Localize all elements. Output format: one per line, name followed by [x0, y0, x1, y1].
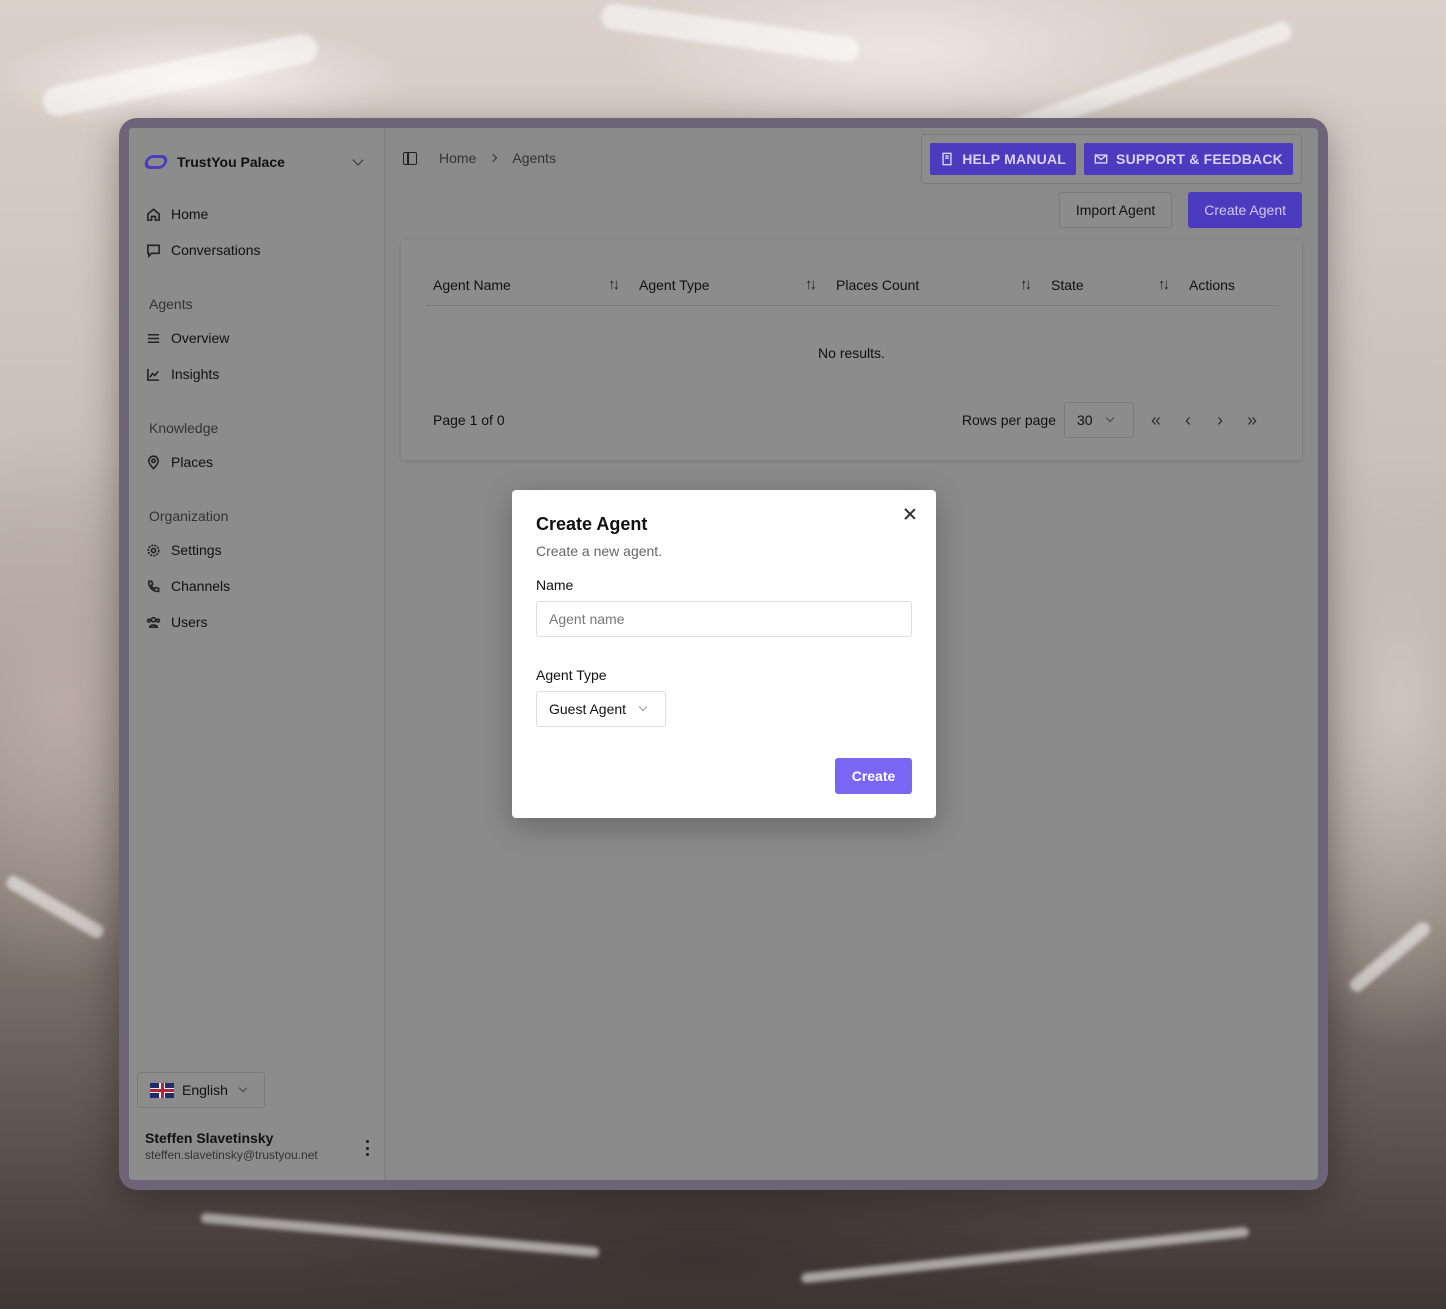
trustyou-logo-icon: [143, 155, 169, 169]
column-state[interactable]: State ↑↓: [1043, 276, 1181, 293]
column-places-count[interactable]: Places Count ↑↓: [828, 276, 1043, 293]
help-links: HELP MANUAL SUPPORT & FEEDBACK: [921, 134, 1302, 184]
sort-icon[interactable]: ↑↓: [1158, 276, 1170, 293]
chevron-down-icon: [352, 154, 364, 166]
agent-name-input[interactable]: [536, 601, 912, 637]
create-button[interactable]: Create: [835, 758, 912, 794]
sidebar-item-label: Channels: [171, 578, 231, 594]
sidebar-item-label: Places: [171, 454, 214, 470]
table-header: Agent Name ↑↓ Agent Type ↑↓ Places Count…: [425, 264, 1278, 306]
org-switcher[interactable]: TrustYou Palace: [129, 140, 384, 184]
sort-icon[interactable]: ↑↓: [805, 276, 817, 293]
line-chart-icon: [145, 366, 161, 382]
support-feedback-label: SUPPORT & FEEDBACK: [1116, 151, 1283, 167]
dialog-title: Create Agent: [536, 514, 648, 534]
column-actions: Actions: [1189, 276, 1235, 293]
agent-type-label: Agent Type: [536, 667, 607, 683]
user-email: steffen.slavetinsky@trustyou.net: [145, 1148, 318, 1162]
chevron-down-icon: [1105, 413, 1114, 423]
create-agent-dialog: Create Agent Create a new agent. Name Ag…: [512, 490, 936, 818]
sidebar-item-label: Insights: [171, 366, 220, 382]
user-name: Steffen Slavetinsky: [145, 1130, 274, 1146]
sidebar-item-places[interactable]: Places: [145, 444, 368, 480]
sidebar-item-label: Settings: [171, 542, 222, 558]
rows-per-page-select[interactable]: 30: [1064, 402, 1134, 438]
help-manual-button[interactable]: HELP MANUAL: [930, 143, 1077, 175]
kebab-menu-icon[interactable]: [365, 1140, 369, 1156]
sidebar-toggle-icon[interactable]: [403, 151, 417, 165]
language-select[interactable]: English: [137, 1072, 265, 1108]
book-icon: [942, 152, 952, 166]
column-agent-type[interactable]: Agent Type ↑↓: [631, 276, 828, 293]
sidebar-item-label: Users: [171, 614, 208, 630]
gear-icon: [145, 542, 161, 558]
sidebar-item-label: Home: [171, 206, 209, 222]
help-manual-label: HELP MANUAL: [962, 151, 1067, 167]
user-profile: Steffen Slavetinsky steffen.slavetinsky@…: [145, 1130, 375, 1162]
sidebar-item-users[interactable]: Users: [145, 604, 368, 640]
list-icon: [145, 330, 161, 346]
sort-icon[interactable]: ↑↓: [1020, 276, 1032, 293]
sidebar-item-insights[interactable]: Insights: [145, 356, 368, 392]
sidebar-item-settings[interactable]: Settings: [145, 532, 368, 568]
chevron-down-icon: [238, 1083, 248, 1093]
sidebar-item-channels[interactable]: Channels: [145, 568, 368, 604]
sidebar: TrustYou Palace Home Conversations Agent…: [129, 128, 385, 1180]
sidebar-item-home[interactable]: Home: [145, 196, 368, 232]
uk-flag-icon: [150, 1082, 174, 1098]
home-icon: [145, 206, 161, 222]
sidebar-nav: Home Conversations Agents Overview Insig…: [129, 196, 384, 640]
breadcrumb-current: Agents: [512, 150, 556, 166]
first-page-icon[interactable]: «: [1140, 404, 1172, 436]
column-agent-name[interactable]: Agent Name ↑↓: [425, 276, 631, 293]
map-pin-icon: [145, 454, 161, 470]
pagination: Page 1 of 0 Rows per page 30 « ‹ › »: [425, 400, 1278, 440]
section-label-organization: Organization: [149, 508, 229, 524]
chat-icon: [145, 242, 161, 258]
agent-type-select[interactable]: Guest Agent: [536, 691, 666, 727]
sort-icon[interactable]: ↑↓: [608, 276, 620, 293]
sidebar-item-conversations[interactable]: Conversations: [145, 232, 368, 268]
support-feedback-button[interactable]: SUPPORT & FEEDBACK: [1084, 143, 1293, 175]
next-page-icon[interactable]: ›: [1204, 404, 1236, 436]
chevron-down-icon: [638, 702, 648, 712]
org-name: TrustYou Palace: [177, 154, 285, 170]
topbar: Home Agents HELP MANUAL SUPPORT & FEEDBA…: [385, 128, 1318, 188]
language-label: English: [182, 1082, 228, 1098]
import-agent-button[interactable]: Import Agent: [1058, 192, 1173, 228]
section-label-knowledge: Knowledge: [149, 420, 219, 436]
page-info: Page 1 of 0: [433, 412, 505, 428]
sidebar-item-label: Conversations: [171, 242, 261, 258]
last-page-icon[interactable]: »: [1236, 404, 1268, 436]
page-actions: Import Agent Create Agent: [1058, 192, 1302, 228]
empty-state: No results.: [818, 345, 885, 361]
users-icon: [145, 614, 161, 630]
dialog-description: Create a new agent.: [536, 543, 663, 559]
section-label-agents: Agents: [149, 296, 193, 312]
chevron-right-icon: [489, 153, 498, 163]
prev-page-icon[interactable]: ‹: [1172, 404, 1204, 436]
name-label: Name: [536, 577, 574, 593]
mail-icon: [1094, 154, 1108, 164]
phone-icon: [145, 578, 161, 594]
agents-table-card: Agent Name ↑↓ Agent Type ↑↓ Places Count…: [401, 240, 1302, 460]
sidebar-item-overview[interactable]: Overview: [145, 320, 368, 356]
breadcrumb-home[interactable]: Home: [439, 150, 476, 166]
close-icon[interactable]: [902, 506, 918, 522]
create-agent-button[interactable]: Create Agent: [1188, 192, 1302, 228]
rows-per-page-label: Rows per page: [961, 412, 1056, 428]
sidebar-item-label: Overview: [171, 330, 230, 346]
